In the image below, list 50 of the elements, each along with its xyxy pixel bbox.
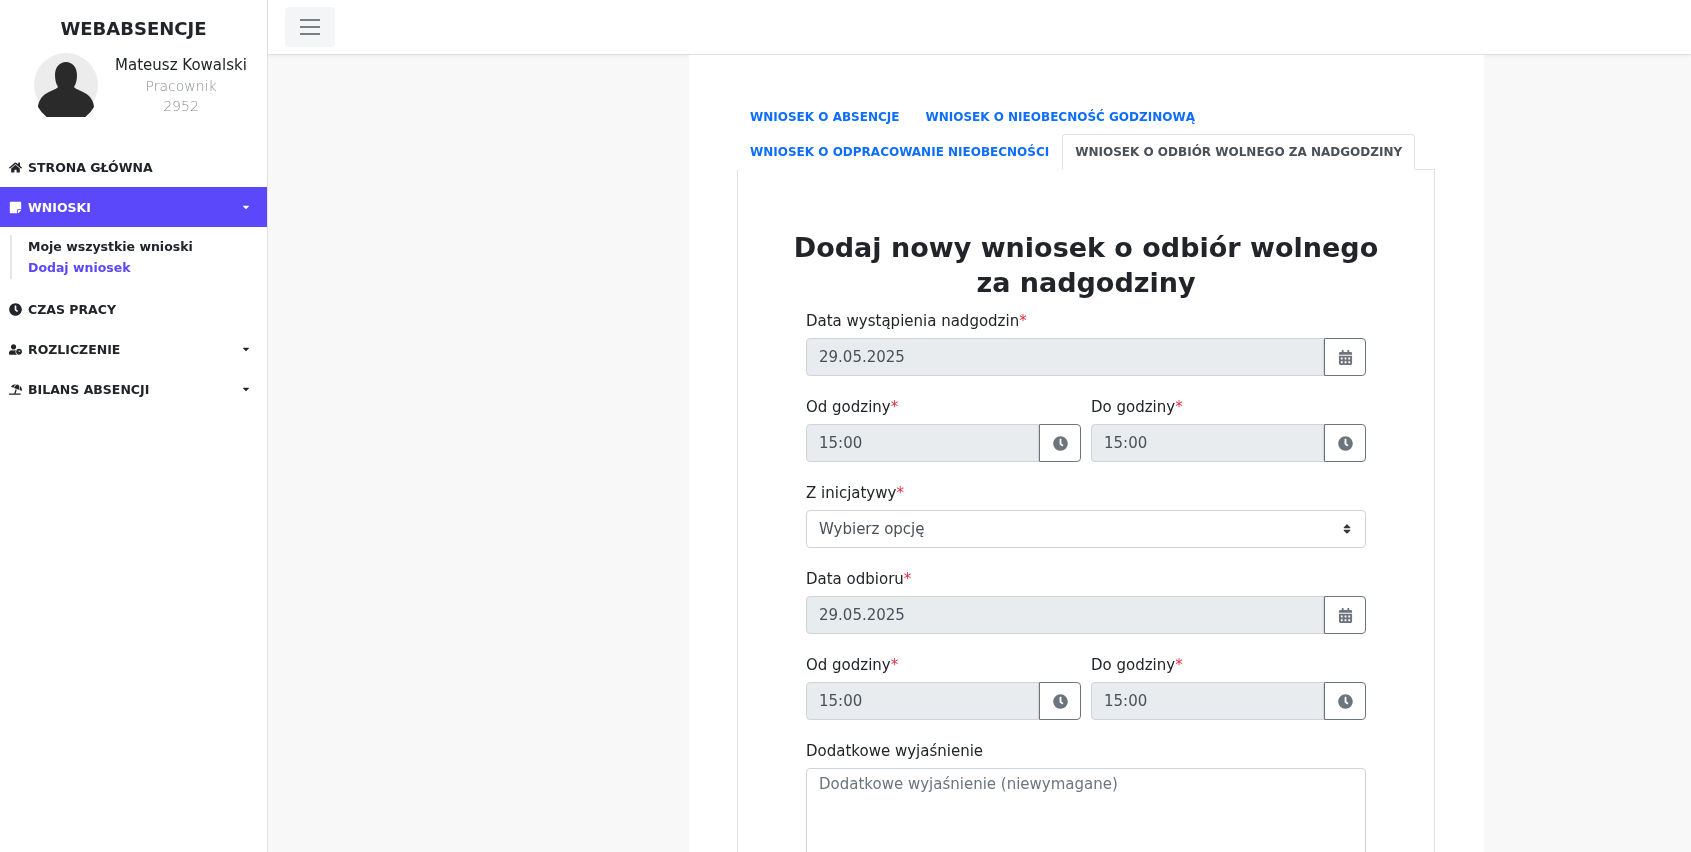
clock-button[interactable] bbox=[1039, 682, 1081, 721]
menu-icon bbox=[300, 19, 320, 35]
user-number: 2952 bbox=[163, 98, 199, 114]
field-label: Dodatkowe wyjaśnienie bbox=[806, 742, 985, 761]
avatar-silhouette bbox=[34, 53, 98, 117]
date-input[interactable]: 29.05.2025 bbox=[806, 338, 1324, 377]
time-input[interactable]: 15:00 bbox=[806, 424, 1039, 463]
sidebar-item[interactable]: CZAS PRACY bbox=[0, 289, 267, 329]
textarea-field[interactable]: Dodatkowe wyjaśnienie (niewymagane) bbox=[806, 768, 1366, 852]
sort-arrows-icon bbox=[1341, 523, 1353, 536]
field-label: Data odbioru* bbox=[806, 570, 913, 589]
tab[interactable]: WNIOSEK O ODBIÓR WOLNEGO ZA NADGODZINY bbox=[1062, 134, 1416, 170]
form-title: Dodaj nowy wniosek o odbiór wolnego za nadgodziny bbox=[792, 231, 1380, 301]
user-clock-icon bbox=[9, 342, 22, 356]
calendar-button[interactable] bbox=[1324, 596, 1366, 635]
user-name: Mateusz Kowalski bbox=[115, 56, 247, 74]
clock-icon bbox=[1052, 435, 1068, 451]
user-role: Pracownik bbox=[145, 78, 217, 94]
sidebar-item[interactable]: STRONA GŁÓWNA bbox=[0, 147, 267, 187]
field-label: Data wystąpienia nadgodzin* bbox=[806, 312, 1028, 331]
note-icon bbox=[9, 200, 22, 214]
submenu-item[interactable]: Moje wszystkie wnioski bbox=[28, 239, 267, 254]
menu-button[interactable] bbox=[285, 7, 335, 47]
calendar-button[interactable] bbox=[1324, 338, 1366, 377]
date-input[interactable]: 29.05.2025 bbox=[806, 596, 1324, 635]
field-label: Z inicjatywy* bbox=[806, 484, 905, 503]
clock-icon bbox=[9, 302, 22, 316]
time-input[interactable]: 15:00 bbox=[1091, 424, 1324, 463]
field-label: Do godziny* bbox=[1091, 398, 1184, 417]
sidebar-item[interactable]: BILANS ABSENCJI bbox=[0, 369, 267, 409]
clock-icon bbox=[1337, 435, 1353, 451]
clock-button[interactable] bbox=[1324, 424, 1366, 463]
submenu-item[interactable]: Dodaj wniosek bbox=[28, 260, 267, 275]
brand-title: WEBABSENCJE bbox=[60, 17, 207, 41]
calendar-icon bbox=[1337, 349, 1353, 365]
home-icon bbox=[9, 160, 22, 174]
clock-button[interactable] bbox=[1039, 424, 1081, 463]
clock-icon bbox=[1337, 693, 1353, 709]
field-label: Od godziny* bbox=[806, 656, 900, 675]
clock-button[interactable] bbox=[1324, 682, 1366, 721]
beach-umbrella-icon bbox=[9, 382, 22, 396]
sidebar-item[interactable]: WNIOSKI bbox=[0, 187, 267, 227]
select-field[interactable]: Wybierz opcję bbox=[806, 510, 1366, 549]
field-label: Od godziny* bbox=[806, 398, 900, 417]
time-input[interactable]: 15:00 bbox=[1091, 682, 1324, 721]
sidebar-item[interactable]: ROZLICZENIE bbox=[0, 329, 267, 369]
time-input[interactable]: 15:00 bbox=[806, 682, 1039, 721]
clock-icon bbox=[1052, 693, 1068, 709]
calendar-icon bbox=[1337, 607, 1353, 623]
field-label: Do godziny* bbox=[1091, 656, 1184, 675]
